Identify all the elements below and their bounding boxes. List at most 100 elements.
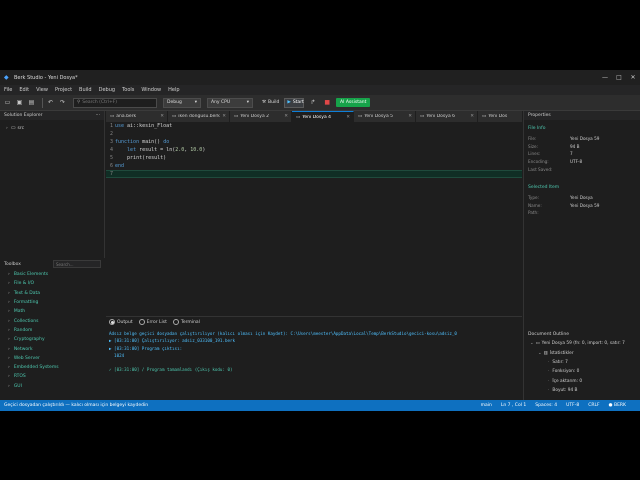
search-input[interactable]: ⚲ Search (Ctrl+F) [73,97,157,108]
status-position[interactable]: Ln 7 , Col 1 [501,403,526,408]
step-icon[interactable]: ↱ [308,98,317,107]
maximize-button[interactable]: □ [612,70,626,85]
menu-file[interactable]: File [4,87,12,93]
close-tab-icon[interactable]: ✕ [346,115,350,120]
minimize-button[interactable]: — [598,70,612,85]
outline-stat-item[interactable]: · Satır: 7 [524,358,640,367]
menu-tools[interactable]: Tools [122,87,134,93]
tab-error-list[interactable]: Error List [138,319,167,325]
toolbox-category[interactable]: › GUI [0,382,105,391]
menu-debug[interactable]: Debug [99,87,115,93]
menu-edit[interactable]: Edit [19,87,29,93]
code-line[interactable]: 1 use ai::kesin_Float [106,122,522,130]
menu-build[interactable]: Build [79,87,92,93]
status-encoding[interactable]: UTF-8 [566,403,579,408]
outline-stat-item[interactable]: · Boyut: 94 B [524,386,640,395]
toolbox-category[interactable]: › Embedded Systems [0,363,105,372]
toolbox-category-label: File & I/O [13,281,35,287]
build-button[interactable]: ⚒ Build [259,98,282,108]
document-icon: ▭ [482,114,487,119]
menu-window[interactable]: Window [141,87,161,93]
toolbox-category[interactable]: › Collections [0,316,105,325]
status-eol[interactable]: CRLF [588,403,599,408]
undo-icon[interactable]: ↶ [46,98,55,107]
toolbox-category[interactable]: › Network [0,344,105,353]
tab-output[interactable]: Output [109,319,133,325]
toolbox-category[interactable]: › Formatting [0,298,105,307]
menu-view[interactable]: View [36,87,48,93]
editor-tab[interactable]: ▭ Yeni Dosya 4 ✕ [292,111,354,122]
toolbox-category[interactable]: › Text & Data [0,289,105,298]
tab-terminal[interactable]: Terminal [172,319,200,325]
menu-project[interactable]: Project [55,87,72,93]
outline-root-item[interactable]: ⌄ ▭ Yeni Dosya 59 (fn: 0, import: 0, sat… [524,339,640,348]
property-key: Lines: [528,151,541,157]
editor-tab[interactable]: ▭ iken döngüsü.berk ✕ [168,111,230,122]
ai-assistant-button[interactable]: AI Assistant [336,98,371,107]
platform-value: Any CPU [211,100,231,105]
close-tab-icon[interactable]: ✕ [408,114,412,119]
property-value: UTF-8 [570,159,583,165]
chevron-right-icon: › [8,300,10,306]
save-icon[interactable]: ▤ [27,98,36,107]
editor-tab[interactable]: ▭ Yeni Dosya 2 ✕ [230,111,292,122]
document-outline-section: Document Outline ⌄ ▭ Yeni Dosya 59 (fn: … [524,330,640,395]
close-tab-icon[interactable]: ✕ [284,114,288,119]
close-tab-icon[interactable]: ✕ [160,114,164,119]
toolbox-category[interactable]: › Web Server [0,354,105,363]
outline-stat-item[interactable]: · Fonksiyon: 0 [524,367,640,376]
line-number: 6 [109,163,113,169]
code-line[interactable]: 5 print(result) [106,154,522,162]
code-editor[interactable]: 1 use ai::kesin_Float 2 3 function main() do… [106,122,522,316]
more-icon[interactable]: ⋯ [96,113,101,118]
outline-stat-item[interactable]: · İçe aktarım: 0 [524,377,640,386]
editor-tab[interactable]: ▭ ana.berk ✕ [106,111,168,122]
selected-item-list: Type: Yeni Dosya Name: Yeni Dosya 59 Path: [524,194,640,217]
redo-icon[interactable]: ↷ [58,98,67,107]
code-line[interactable]: 2 [106,130,522,138]
line-number: 2 [109,131,113,137]
solution-explorer-header: Solution Explorer ⋯ [0,111,104,120]
outline-root-label: Yeni Dosya 59 (fn: 0, import: 0, satır: … [541,341,625,347]
toolbox-category[interactable]: › Basic Elements [0,270,105,279]
property-key: Path: [528,210,539,216]
code-line[interactable]: 3 function main() do [106,138,522,146]
editor-tab[interactable]: ▭Yeni Dos✕ [478,111,522,122]
toolbox-category[interactable]: › File & I/O [0,279,105,288]
outline-stat-label: İçe aktarım: 0 [552,378,583,384]
chevron-right-icon: › [8,327,10,333]
status-indent[interactable]: Spaces: 4 [535,403,557,408]
toolbox-search-input[interactable]: Search... [53,260,101,268]
status-language[interactable]: ● BERK [609,403,626,408]
output-line: Adsız belge geçici dosyadan çalıştırılıy… [109,331,457,336]
toolbox-category[interactable]: › RTOS [0,372,105,381]
stop-icon[interactable]: ■ [324,99,330,106]
toolbox-category[interactable]: › Math [0,307,105,316]
tree-item-src[interactable]: › ▭ src [0,124,104,132]
editor-tab[interactable]: ▭ Yeni Dosya 6 ✕ [416,111,478,122]
code-line[interactable]: 4 let result = ln(2.0, 10.0) [106,146,522,154]
close-button[interactable]: ✕ [626,70,640,85]
close-tab-icon[interactable]: ✕ [222,114,226,119]
editor-tab[interactable]: ▭ Yeni Dosya 5 ✕ [354,111,416,122]
new-file-icon[interactable]: ▭ [3,98,12,107]
outline-stats-group[interactable]: ⌄ ▥ İstatistikler [524,348,640,357]
toolbox-category-label: GUI [13,383,22,389]
output-console[interactable]: Adsız belge geçici dosyadan çalıştırılıy… [106,327,522,400]
menu-help[interactable]: Help [168,87,179,93]
code-line[interactable]: 7 [106,170,522,178]
open-folder-icon[interactable]: ▣ [15,98,24,107]
properties-panel: Properties File Info File: Yeni Dosya 59 S… [523,111,640,400]
bottom-panel-tabs: Output Error List Terminal [106,316,522,327]
code-line[interactable]: 6 end [106,162,522,170]
status-branch[interactable]: main [481,403,492,408]
toolbox-category[interactable]: › Random [0,326,105,335]
property-row: Size: 94 B [524,143,640,151]
platform-dropdown[interactable]: Any CPU ▾ [207,97,253,108]
configuration-dropdown[interactable]: Debug ▾ [163,97,201,108]
app-logo-icon: ◆ [4,73,9,81]
close-tab-icon[interactable]: ✕ [470,114,474,119]
hammer-icon: ⚒ [262,100,267,105]
toolbox-category[interactable]: › Cryptography [0,335,105,344]
start-button[interactable]: ▶ Start [284,97,305,108]
